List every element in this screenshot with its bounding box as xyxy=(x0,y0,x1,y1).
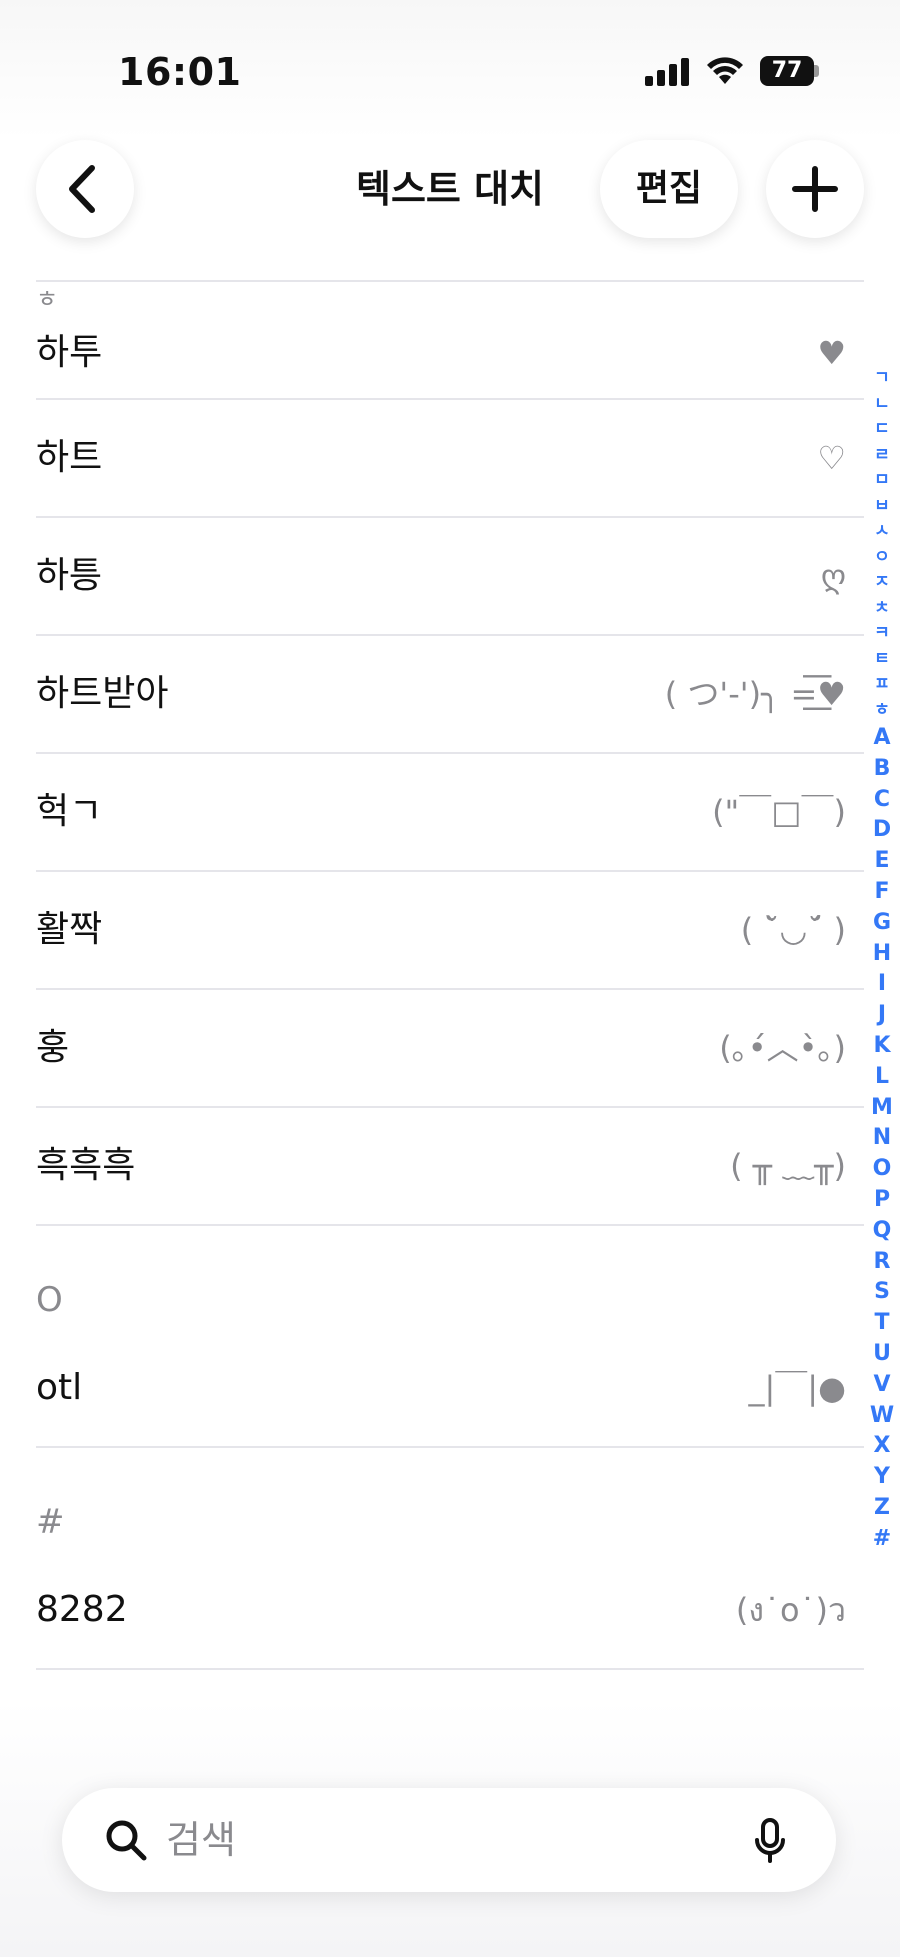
index-letter[interactable]: W xyxy=(868,1401,896,1432)
index-letter[interactable]: Q xyxy=(868,1216,896,1247)
index-letter[interactable]: K xyxy=(868,1031,896,1062)
index-letter[interactable]: ㅊ xyxy=(868,596,896,622)
status-bar: 16:01 77 xyxy=(0,0,900,140)
wifi-icon xyxy=(707,57,743,84)
search-input[interactable]: 검색 xyxy=(166,1788,236,1892)
index-letter[interactable]: G xyxy=(868,908,896,939)
index-letter[interactable]: T xyxy=(868,1308,896,1339)
index-letter[interactable]: ㅍ xyxy=(868,672,896,698)
list-item[interactable]: 하트받아 ( つ'-')╮ =͟͟͞♥ xyxy=(36,636,864,754)
shortcut-label: (ง˙o˙)ว xyxy=(735,1591,846,1629)
shortcut-label: ღ xyxy=(820,557,846,595)
list-item[interactable]: 훙 (｡•́︿•̀｡) xyxy=(36,990,864,1108)
index-letter[interactable]: ㅎ xyxy=(868,698,896,724)
shortcut-label: (｡•́︿•̀｡) xyxy=(719,1029,846,1067)
index-letter[interactable]: C xyxy=(868,785,896,816)
index-letter[interactable]: M xyxy=(868,1093,896,1124)
search-field[interactable]: 검색 xyxy=(62,1788,836,1892)
chevron-left-icon xyxy=(69,165,95,213)
index-letter[interactable]: O xyxy=(868,1154,896,1185)
battery-cap xyxy=(814,65,819,77)
shortcut-label: ( ˘̀◡˘́ ) xyxy=(740,911,846,949)
shortcut-label: ( つ'-')╮ =͟͟͞♥ xyxy=(664,675,846,713)
phrase-label: 8282 xyxy=(36,1589,128,1630)
back-button[interactable] xyxy=(36,140,134,238)
index-letter[interactable]: A xyxy=(868,723,896,754)
index-letter[interactable]: V xyxy=(868,1370,896,1401)
phrase-label: otl xyxy=(36,1367,83,1408)
list-item[interactable]: 헉ㄱ ("￣□￣) xyxy=(36,754,864,872)
index-letter[interactable]: ㅌ xyxy=(868,647,896,673)
list-item[interactable]: 하틍 ღ xyxy=(36,518,864,636)
index-letter[interactable]: D xyxy=(868,815,896,846)
index-letter[interactable]: E xyxy=(868,846,896,877)
index-letter[interactable]: ㄷ xyxy=(868,417,896,443)
microphone-icon[interactable] xyxy=(754,1818,786,1864)
index-letter[interactable]: H xyxy=(868,939,896,970)
plus-icon xyxy=(792,166,838,212)
index-letter[interactable]: J xyxy=(868,1000,896,1031)
clock: 16:01 xyxy=(118,50,242,94)
phrase-label: 흑흑흑 xyxy=(36,1145,136,1186)
index-letter[interactable]: P xyxy=(868,1185,896,1216)
phrase-label: 훙 xyxy=(36,1027,70,1068)
index-letter[interactable]: Z xyxy=(868,1493,896,1524)
add-button[interactable] xyxy=(766,140,864,238)
shortcut-label: ( ╥ ﹏╥) xyxy=(730,1147,846,1185)
list-item[interactable]: 흑흑흑 ( ╥ ﹏╥) xyxy=(36,1108,864,1226)
index-letter[interactable]: ㄹ xyxy=(868,443,896,469)
navigation-bar: 텍스트 대치 편집 xyxy=(0,140,900,280)
phrase-label: 활짝 xyxy=(36,909,103,950)
index-letter[interactable]: N xyxy=(868,1123,896,1154)
index-letter[interactable]: ㅋ xyxy=(868,621,896,647)
index-letter[interactable]: ㅅ xyxy=(868,519,896,545)
index-letter[interactable]: ㄱ xyxy=(868,366,896,392)
index-letter[interactable]: I xyxy=(868,969,896,1000)
index-letter[interactable]: R xyxy=(868,1247,896,1278)
index-letter[interactable]: ㄴ xyxy=(868,392,896,418)
index-letter[interactable]: L xyxy=(868,1062,896,1093)
text-replacement-list: ㅎ 하투 ♥ 하트 ♡ 하틍 ღ 하트받아 ( つ'-')╮ =͟͟͞♥ 헉ㄱ … xyxy=(36,280,864,1670)
index-letter[interactable]: F xyxy=(868,877,896,908)
phrase-label: 하트받아 xyxy=(36,673,169,714)
phrase-label: 하투 xyxy=(36,332,103,373)
index-letter[interactable]: ㅈ xyxy=(868,570,896,596)
index-letter[interactable]: ㅁ xyxy=(868,468,896,494)
edit-button[interactable]: 편집 xyxy=(600,140,738,238)
index-letter[interactable]: U xyxy=(868,1339,896,1370)
index-letter[interactable]: # xyxy=(868,1524,896,1555)
list-item[interactable]: 하트 ♡ xyxy=(36,400,864,518)
index-letter[interactable]: S xyxy=(868,1277,896,1308)
list-item[interactable]: 활짝 ( ˘̀◡˘́ ) xyxy=(36,872,864,990)
index-letter[interactable]: B xyxy=(868,754,896,785)
list-item[interactable]: 8282 (ง˙o˙)ว xyxy=(36,1552,864,1670)
section-header: O xyxy=(36,1280,63,1320)
battery-icon: 77 xyxy=(760,56,814,86)
section-index[interactable]: ㄱ ㄴ ㄷ ㄹ ㅁ ㅂ ㅅ ㅇ ㅈ ㅊ ㅋ ㅌ ㅍ ㅎ A B C D E F … xyxy=(868,366,896,1555)
list-item[interactable]: otl _|￣|● xyxy=(36,1330,864,1448)
cellular-signal-icon xyxy=(645,58,689,86)
phrase-label: 헉ㄱ xyxy=(36,791,103,832)
shortcut-label: ♡ xyxy=(817,439,846,477)
phrase-label: 하트 xyxy=(36,437,103,478)
index-letter[interactable]: ㅂ xyxy=(868,494,896,520)
index-letter[interactable]: X xyxy=(868,1431,896,1462)
index-letter[interactable]: Y xyxy=(868,1462,896,1493)
list-item[interactable]: 하투 ♥ xyxy=(36,308,864,400)
list-item[interactable] xyxy=(36,280,864,282)
index-letter[interactable]: ㅇ xyxy=(868,545,896,571)
search-icon xyxy=(106,1820,147,1861)
shortcut-label: _|￣|● xyxy=(748,1369,847,1407)
section-header: # xyxy=(36,1502,65,1542)
shortcut-label: ("￣□￣) xyxy=(712,793,846,831)
page-title: 텍스트 대치 xyxy=(355,167,545,211)
phrase-label: 하틍 xyxy=(36,555,103,596)
shortcut-label: ♥ xyxy=(817,334,846,372)
section-header: ㅎ xyxy=(36,285,59,313)
